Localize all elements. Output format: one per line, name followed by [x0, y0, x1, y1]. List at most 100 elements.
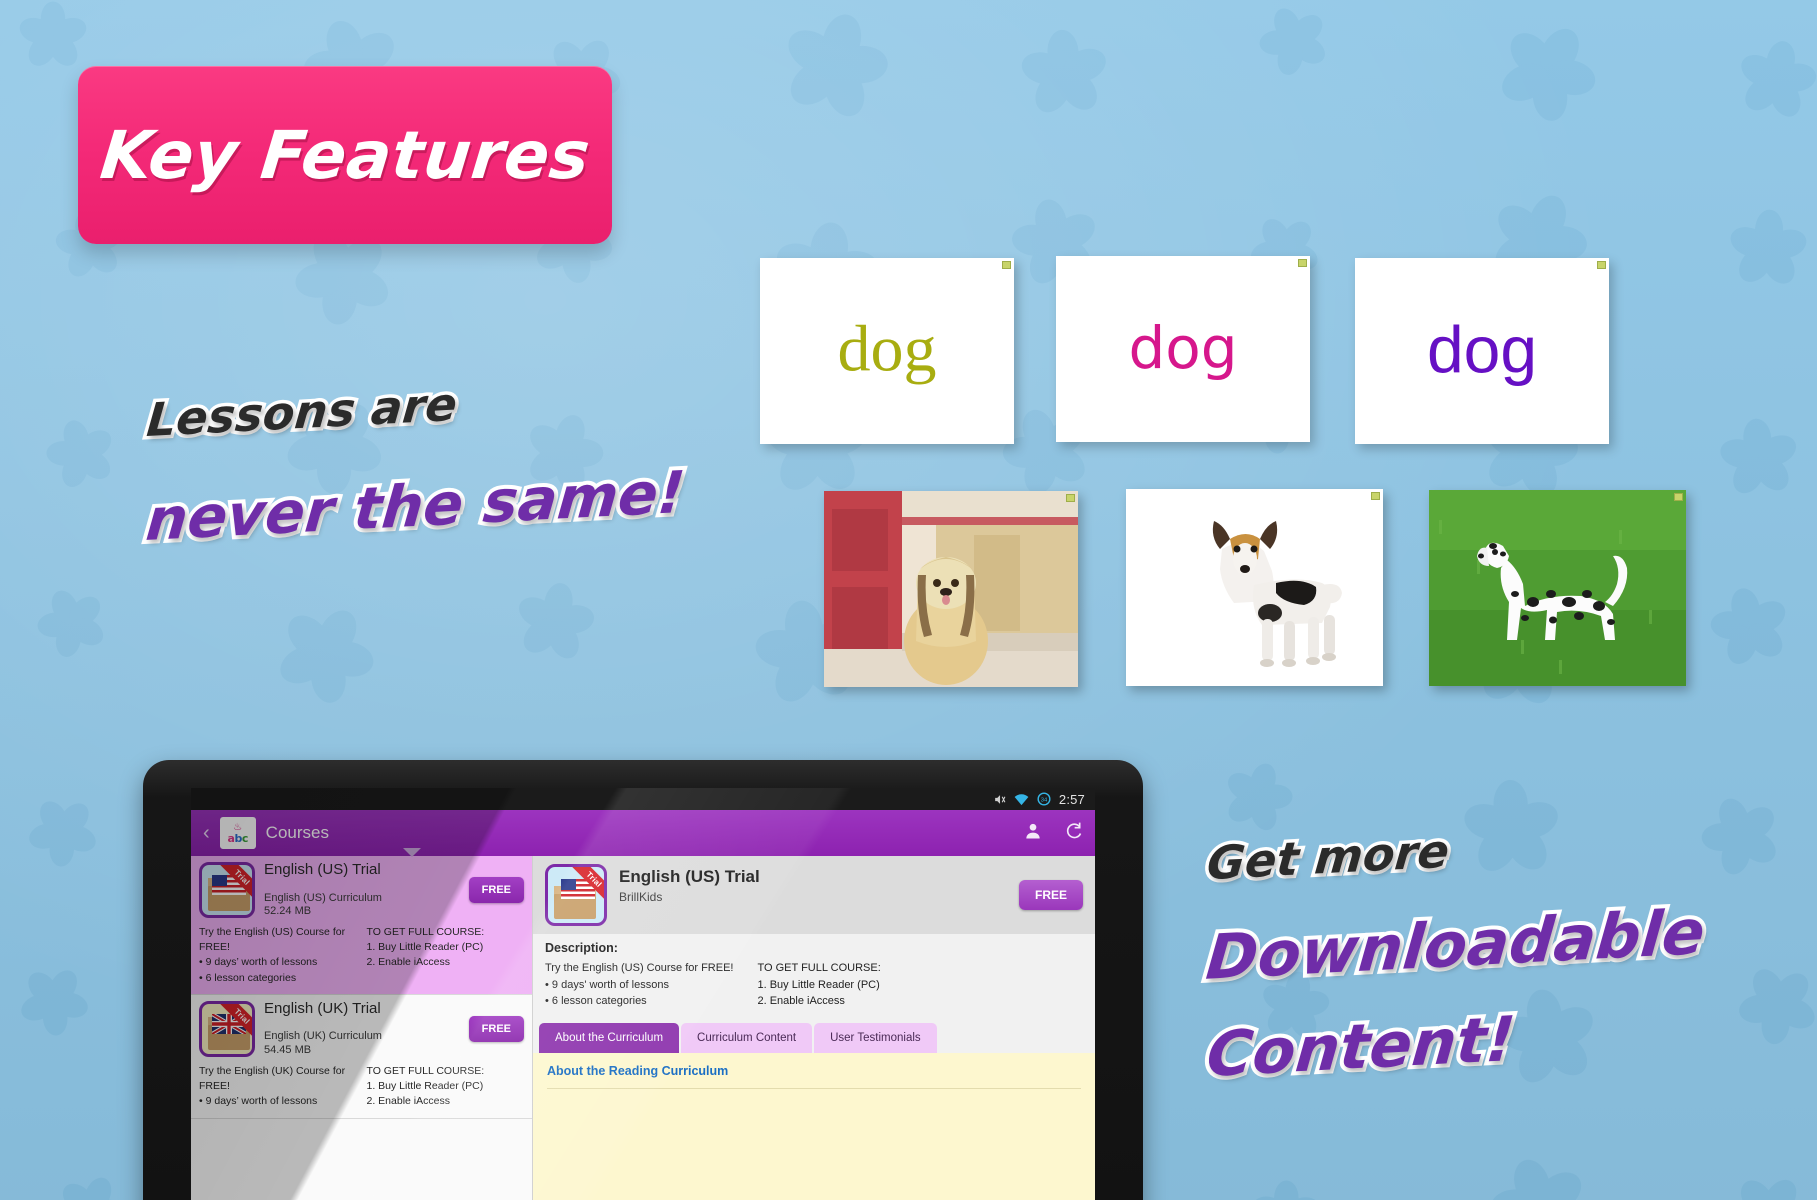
course-title: English (US) Trial: [264, 861, 381, 878]
status-bar-clock: 2:57: [1058, 791, 1085, 807]
mute-icon: [993, 793, 1006, 806]
app-content-row: Trial English (US) Trial English (US) Cu…: [191, 856, 1095, 1200]
back-chevron-icon[interactable]: ‹: [203, 823, 210, 843]
tablet-screen: 34 2:57 ‹ ♨ abc Courses Trial English (U…: [191, 788, 1095, 1200]
clover-icon: [1736, 39, 1817, 121]
course-item-meta: English (US) Trial English (US) Curricul…: [264, 861, 460, 918]
photo-corner-marker: [1066, 494, 1075, 502]
heading-get-more: Get more: [1201, 820, 1455, 894]
tab-about-the-curriculum[interactable]: About the Curriculum: [539, 1022, 680, 1053]
logo-bottom: abc: [227, 831, 249, 845]
account-icon[interactable]: [1023, 821, 1043, 846]
course-desc-right: TO GET FULL COURSE: 1. Buy Little Reader …: [367, 1064, 525, 1110]
clover-icon: [18, 965, 90, 1037]
course-desc-right: TO GET FULL COURSE: 1. Buy Little Reader …: [367, 925, 525, 986]
brillkids-logo-icon[interactable]: ♨ abc: [219, 817, 256, 849]
app-bar: ‹ ♨ abc Courses: [191, 810, 1095, 857]
course-desc-left: Try the English (UK) Course for FREE! • 9…: [199, 1064, 357, 1110]
app-bar-title: Courses: [265, 823, 329, 842]
clover-icon: [36, 587, 108, 659]
tab-curriculum-content[interactable]: Curriculum Content: [681, 1022, 813, 1053]
clover-icon: [1461, 778, 1562, 879]
course-price-button[interactable]: FREE: [468, 877, 524, 903]
course-description: Try the English (US) Course for FREE! • 9…: [199, 925, 524, 986]
desc-line: TO GET FULL COURSE:: [366, 926, 485, 938]
detail-publisher: BrillKids: [619, 889, 663, 904]
tab-user-testimonials[interactable]: User Testimonials: [814, 1022, 937, 1053]
desc-line: • 9 days’ worth of lessons: [199, 956, 318, 969]
desc-line: 1. Buy Little Reader (PC): [757, 978, 880, 991]
card-corner-marker: [1002, 261, 1011, 269]
desc-line: 2. Enable iAccess: [366, 1095, 450, 1108]
photo-corner-marker: [1674, 493, 1683, 501]
desc-line: Try the English (UK) Course for FREE!: [199, 1064, 346, 1093]
clover-icon: [1728, 1173, 1810, 1200]
clover-icon: [275, 604, 376, 705]
course-item-meta: English (UK) Trial English (UK) Curricul…: [264, 1000, 460, 1056]
clover-icon: [1709, 586, 1791, 668]
desc-line: TO GET FULL COURSE:: [366, 1064, 485, 1077]
clover-icon: [1497, 22, 1598, 123]
heading-content: Content!: [1200, 998, 1522, 1095]
wifi-icon: [1014, 793, 1029, 806]
photo-jack-russell-on-white: [1126, 489, 1383, 686]
tab-panel-body: About the Reading Curriculum: [533, 1052, 1095, 1200]
detail-price-button[interactable]: FREE: [1018, 880, 1083, 910]
description-left: Try the English (US) Course for FREE! • 9…: [545, 960, 733, 1010]
flashcard-dog-olive: dog: [760, 258, 1014, 444]
flashcard-word: dog: [837, 312, 937, 386]
detail-description-block: Description: Try the English (US) Course…: [533, 934, 1095, 1019]
desc-line: 1. Buy Little Reader (PC): [366, 1080, 484, 1093]
clover-icon: [1489, 1156, 1590, 1200]
course-description: Try the English (UK) Course for FREE! • 9…: [199, 1064, 524, 1110]
detail-meta: English (US) Trial BrillKids: [619, 864, 1007, 904]
description-label: Description:: [545, 941, 618, 955]
detail-tabs: About the Curriculum Curriculum Content …: [533, 1018, 1095, 1053]
desc-line: Try the English (US) Course for FREE!: [199, 926, 346, 954]
app-bar-caret-icon: [403, 848, 421, 857]
svg-text:34: 34: [1041, 797, 1048, 803]
photo-corner-marker: [1371, 492, 1380, 500]
slide-canvas: Key Features Lessons are never the same!…: [0, 0, 1817, 1200]
desc-line: Try the English (US) Course for FREE!: [545, 962, 734, 974]
android-status-bar: 34 2:57: [191, 788, 1095, 810]
description-right: TO GET FULL COURSE: 1. Buy Little Reader …: [757, 960, 880, 1010]
course-icon-us: Trial: [199, 862, 255, 918]
desc-line: • 6 lesson categories: [545, 995, 647, 1007]
course-size: 52.24 MB: [264, 905, 312, 918]
course-list-item-english-uk[interactable]: Trial English (UK) Trial English (UK) Cu…: [191, 995, 532, 1119]
clover-icon: [45, 418, 117, 490]
tab-body-heading: About the Reading Curriculum: [547, 1063, 729, 1078]
clover-icon: [1019, 28, 1110, 119]
clover-icon: [780, 11, 890, 121]
flashcard-word: dog: [1426, 312, 1538, 387]
clover-icon: [514, 581, 596, 663]
clover-icon: [17, 0, 89, 72]
key-features-banner: Key Features: [78, 66, 612, 244]
course-price-button[interactable]: FREE: [468, 1015, 524, 1042]
detail-course-icon: Trial: [545, 864, 607, 926]
card-corner-marker: [1597, 261, 1606, 269]
desc-line: TO GET FULL COURSE:: [757, 962, 881, 974]
clover-icon: [1258, 5, 1330, 77]
description-columns: Try the English (US) Course for FREE! • 9…: [545, 960, 1083, 1010]
tab-body-divider: [547, 1087, 1081, 1089]
clover-icon: [27, 796, 99, 868]
clover-icon: [1250, 1179, 1322, 1200]
course-item-header: Trial English (US) Trial English (US) Cu…: [199, 861, 524, 918]
course-list[interactable]: Trial English (US) Trial English (US) Cu…: [191, 856, 533, 1200]
desc-line: 1. Buy Little Reader (PC): [366, 941, 484, 954]
course-item-header: Trial English (UK) Trial English (UK) Cu…: [199, 1000, 524, 1057]
course-list-item-english-us[interactable]: Trial English (US) Trial English (US) Cu…: [191, 856, 532, 995]
clover-icon: [55, 1174, 127, 1200]
battery-icon: 34: [1037, 792, 1051, 806]
card-corner-marker: [1298, 259, 1307, 267]
sync-refresh-icon[interactable]: [1063, 821, 1083, 846]
course-subtitle: English (US) Curriculum: [264, 891, 382, 904]
detail-header: Trial English (US) Trial BrillKids FREE: [533, 856, 1095, 934]
heading-downloadable: Downloadable: [1199, 891, 1711, 998]
clover-icon: [1700, 795, 1782, 877]
desc-line: • 6 lesson categories: [199, 971, 297, 984]
course-desc-left: Try the English (US) Course for FREE! • 9…: [199, 925, 357, 986]
flashcard-dog-magenta: dog: [1056, 256, 1310, 442]
